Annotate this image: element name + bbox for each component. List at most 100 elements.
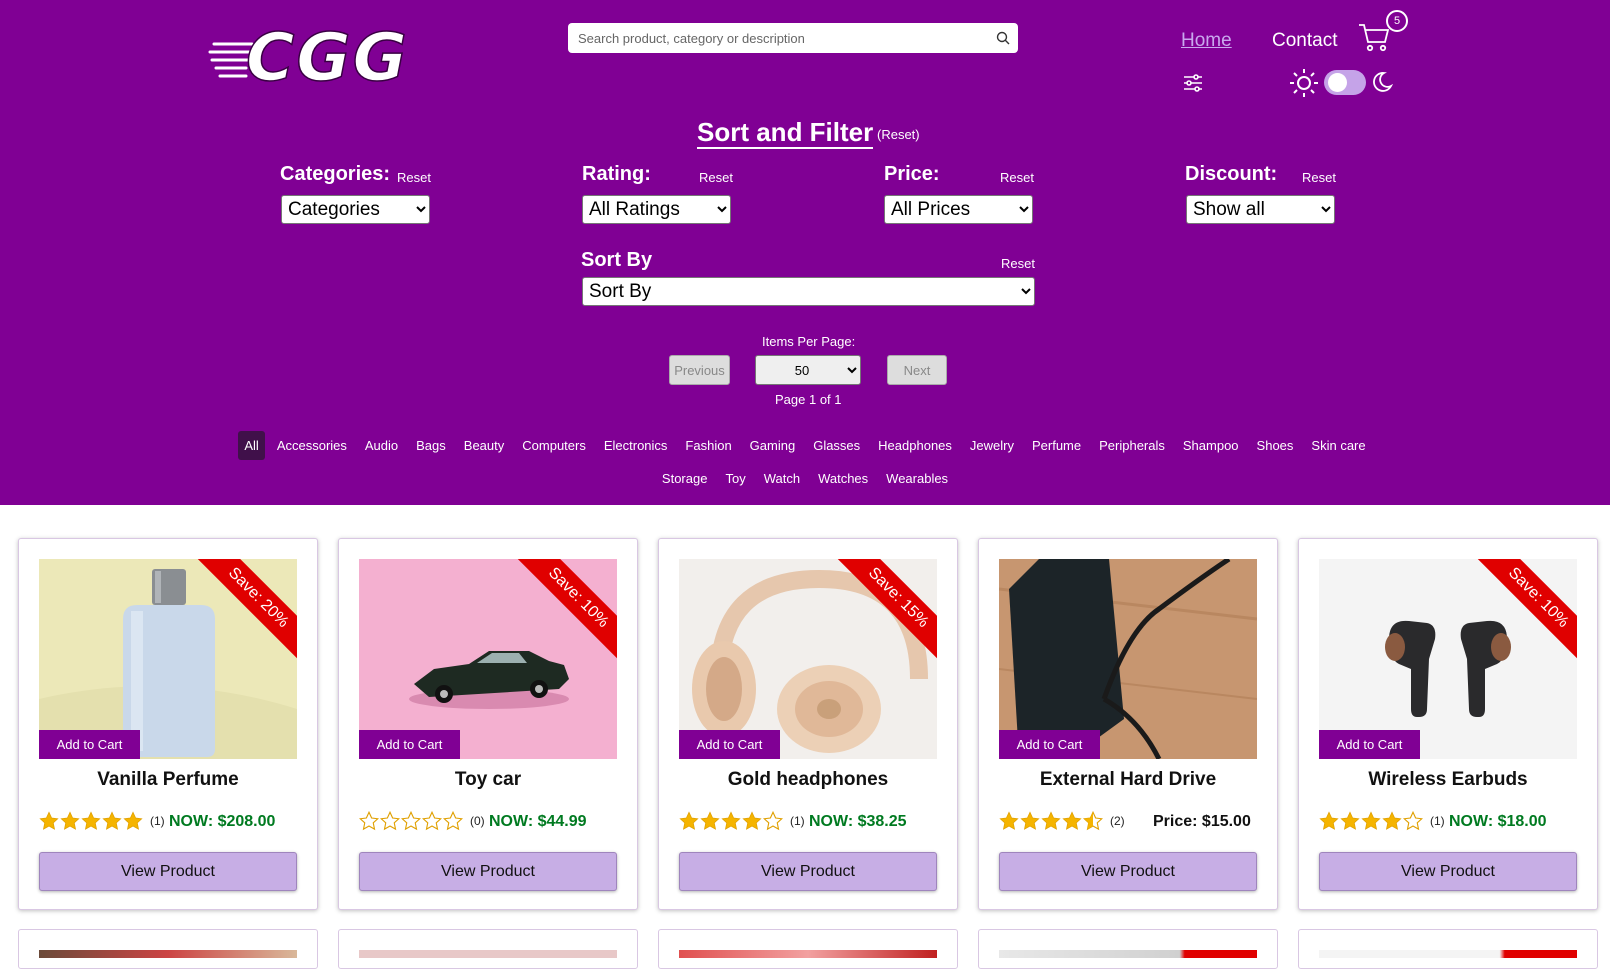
product-price: NOW: $44.99 <box>489 813 587 830</box>
category-tab-electronics[interactable]: Electronics <box>598 431 674 460</box>
sort-by-select[interactable]: Sort By <box>582 277 1035 306</box>
product-card[interactable]: Save: 10% Add to Cart Toy car (0) NOW: $44.9… <box>338 538 638 910</box>
sort-by-label: Sort By <box>581 249 653 271</box>
rating-label: Rating: <box>582 163 651 185</box>
product-card[interactable]: Save: 10% Add to Cart Wireless Earbuds (1) N… <box>1298 538 1598 910</box>
star-icon <box>763 811 784 831</box>
category-tab-skin-care[interactable]: Skin care <box>1305 431 1371 460</box>
product-card-partial <box>338 929 638 969</box>
nav-home-link[interactable]: Home <box>1181 30 1232 52</box>
category-tab-beauty[interactable]: Beauty <box>458 431 510 460</box>
product-name[interactable]: Toy car <box>339 769 637 791</box>
rating-select[interactable]: All Ratings <box>582 195 731 224</box>
star-icon <box>123 811 144 831</box>
star-icon <box>401 811 422 831</box>
discount-select[interactable]: Show all <box>1186 195 1335 224</box>
sort-filter-title: Sort and Filter <box>697 117 874 149</box>
sort-by-reset[interactable]: Reset <box>1001 256 1035 271</box>
product-name[interactable]: Vanilla Perfume <box>19 769 317 791</box>
product-card[interactable]: Save: 15% Add to Cart Gold headphones (1) NO… <box>658 538 958 910</box>
add-to-cart-button[interactable]: Add to Cart <box>39 730 140 759</box>
moon-icon[interactable] <box>1370 70 1394 94</box>
product-card-partial <box>1298 929 1598 969</box>
product-card[interactable]: Add to Cart External Hard Drive (2) Price: … <box>978 538 1278 910</box>
categories-select[interactable]: Categories <box>281 195 430 224</box>
view-product-button[interactable]: View Product <box>1319 852 1577 891</box>
cgg-logo[interactable]: CGG <box>208 18 430 97</box>
nav-contact-link[interactable]: Contact <box>1272 30 1337 52</box>
star-icon <box>81 811 102 831</box>
category-tab-bags[interactable]: Bags <box>410 431 452 460</box>
filter-sliders-icon[interactable] <box>1182 72 1204 94</box>
category-tab-watches[interactable]: Watches <box>812 464 874 493</box>
category-tab-jewelry[interactable]: Jewelry <box>964 431 1020 460</box>
product-name[interactable]: External Hard Drive <box>979 769 1277 791</box>
category-tab-glasses[interactable]: Glasses <box>807 431 866 460</box>
search-input[interactable] <box>568 23 988 53</box>
star-icon <box>359 811 380 831</box>
categories-reset[interactable]: Reset <box>397 170 431 185</box>
review-count: (2) <box>1110 814 1125 828</box>
add-to-cart-button[interactable]: Add to Cart <box>359 730 460 759</box>
rating-reset[interactable]: Reset <box>699 170 733 185</box>
price-select[interactable]: All Prices <box>884 195 1033 224</box>
category-tab-toy[interactable]: Toy <box>719 464 751 493</box>
rating-stars: (1) <box>1319 811 1445 831</box>
discount-reset[interactable]: Reset <box>1302 170 1336 185</box>
category-tab-accessories[interactable]: Accessories <box>271 431 353 460</box>
sun-icon[interactable] <box>1288 67 1320 99</box>
star-icon <box>700 811 721 831</box>
product-image[interactable]: Save: 15% Add to Cart <box>679 559 937 759</box>
price-reset[interactable]: Reset <box>1000 170 1034 185</box>
category-tab-shoes[interactable]: Shoes <box>1251 431 1300 460</box>
category-tab-perfume[interactable]: Perfume <box>1026 431 1087 460</box>
product-name[interactable]: Wireless Earbuds <box>1299 769 1597 791</box>
view-product-button[interactable]: View Product <box>679 852 937 891</box>
theme-toggle[interactable] <box>1324 70 1366 95</box>
category-tab-all[interactable]: All <box>238 431 265 460</box>
add-to-cart-button[interactable]: Add to Cart <box>679 730 780 759</box>
items-per-page-select[interactable]: 50 <box>755 355 861 385</box>
product-name[interactable]: Gold headphones <box>659 769 957 791</box>
view-product-button[interactable]: View Product <box>39 852 297 891</box>
category-tab-watch[interactable]: Watch <box>758 464 806 493</box>
categories-label: Categories: <box>280 163 391 185</box>
category-tab-peripherals[interactable]: Peripherals <box>1093 431 1171 460</box>
previous-button[interactable]: Previous <box>669 355 730 385</box>
product-image[interactable]: Save: 10% Add to Cart <box>359 559 617 759</box>
category-tab-headphones[interactable]: Headphones <box>872 431 958 460</box>
category-tab-shampoo[interactable]: Shampoo <box>1177 431 1245 460</box>
product-image[interactable]: Add to Cart <box>999 559 1257 759</box>
view-product-button[interactable]: View Product <box>359 852 617 891</box>
product-card[interactable]: Save: 20% Add to Cart Vanilla Perfume (1) NO… <box>18 538 318 910</box>
star-icon <box>1020 811 1041 831</box>
add-to-cart-button[interactable]: Add to Cart <box>999 730 1100 759</box>
header: CGG Home Contact 5 <box>0 0 1610 505</box>
product-image-partial <box>1319 950 1577 958</box>
product-card-partial <box>658 929 958 969</box>
search-icon[interactable] <box>988 23 1018 53</box>
product-image-partial <box>999 950 1257 958</box>
rating-stars: (1) <box>39 811 165 831</box>
product-price: NOW: $18.00 <box>1449 813 1547 830</box>
view-product-button[interactable]: View Product <box>999 852 1257 891</box>
category-tab-storage[interactable]: Storage <box>656 464 714 493</box>
sort-filter-reset-all[interactable]: (Reset) <box>877 127 920 142</box>
category-tab-audio[interactable]: Audio <box>359 431 404 460</box>
category-tab-wearables[interactable]: Wearables <box>880 464 954 493</box>
product-image[interactable]: Save: 10% Add to Cart <box>1319 559 1577 759</box>
product-price: NOW: $208.00 <box>169 813 276 830</box>
product-image[interactable]: Save: 20% Add to Cart <box>39 559 297 759</box>
category-tabs-row-2: Storage Toy Watch Watches Wearables <box>0 464 1610 493</box>
product-image-partial <box>359 950 617 958</box>
star-icon <box>1083 811 1104 831</box>
category-tab-computers[interactable]: Computers <box>516 431 592 460</box>
next-button[interactable]: Next <box>887 355 947 385</box>
category-tab-fashion[interactable]: Fashion <box>679 431 737 460</box>
add-to-cart-button[interactable]: Add to Cart <box>1319 730 1420 759</box>
category-tab-gaming[interactable]: Gaming <box>744 431 802 460</box>
rating-stars: (2) <box>999 811 1125 831</box>
star-icon <box>102 811 123 831</box>
svg-text:CGG: CGG <box>246 19 409 90</box>
star-icon <box>999 811 1020 831</box>
